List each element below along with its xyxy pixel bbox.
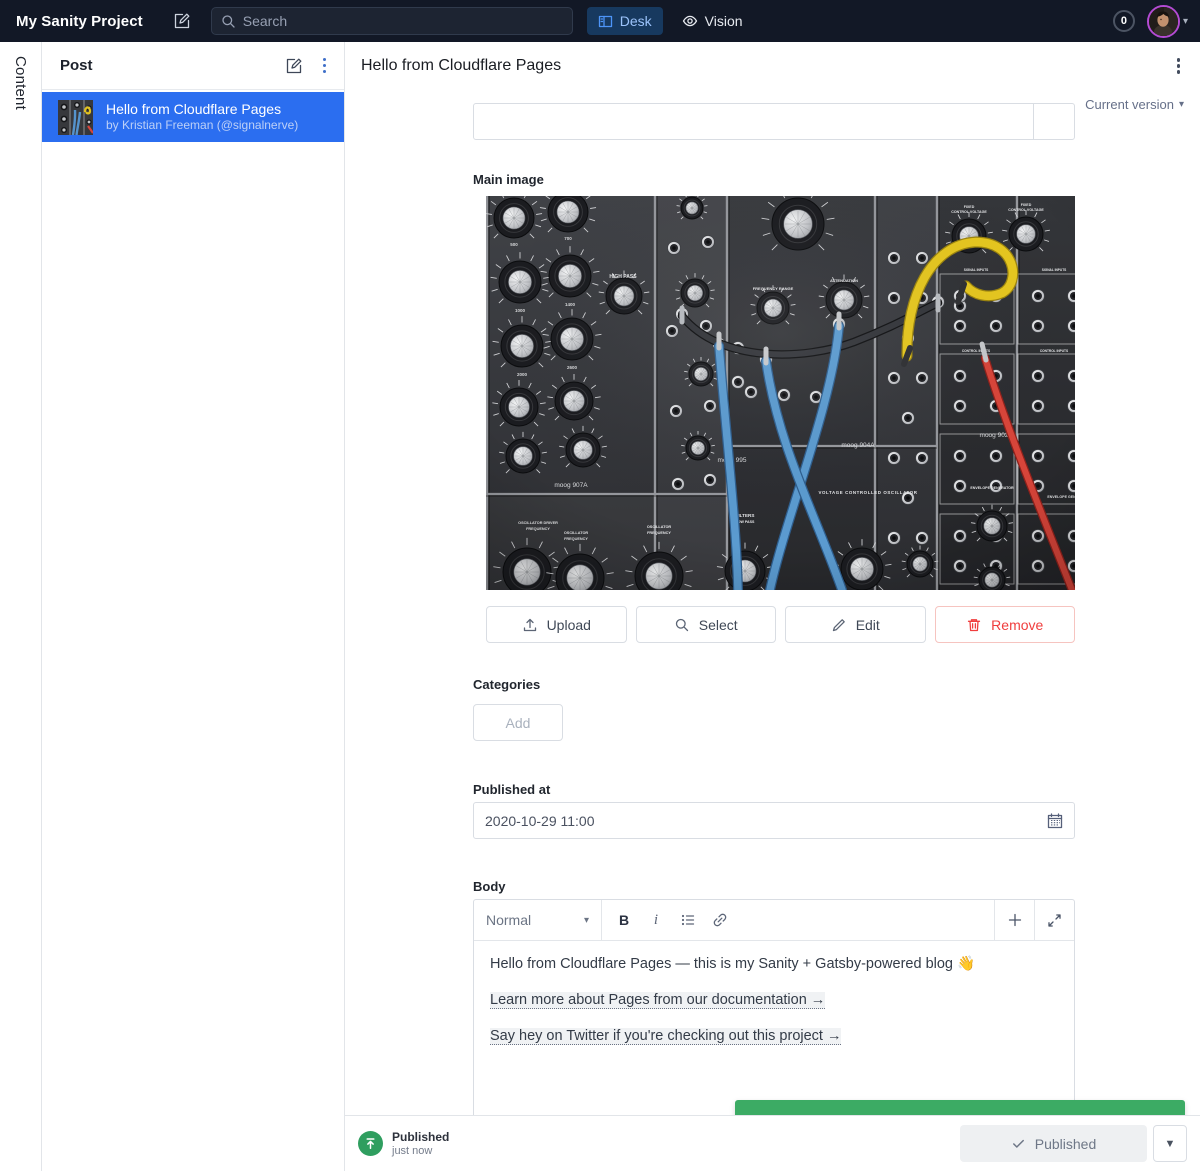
document-title: Hello from Cloudflare Pages <box>361 57 561 75</box>
badge-count: 0 <box>1121 15 1127 27</box>
editor-footer: Published just now Published ▼ <box>345 1115 1200 1171</box>
body-label: Body <box>473 879 1075 894</box>
link-button[interactable] <box>706 906 734 934</box>
tab-desk-label: Desk <box>620 13 652 29</box>
post-item-subtitle: by Kristian Freeman (@signalnerve) <box>106 118 298 133</box>
publish-menu-button[interactable]: ▼ <box>1153 1125 1187 1162</box>
body-editor: Normal ▾ B i <box>473 899 1075 1115</box>
select-label: Select <box>699 617 738 633</box>
publish-status-title: Published <box>392 1130 449 1144</box>
bold-button[interactable]: B <box>610 906 638 934</box>
text-style-value: Normal <box>486 912 531 928</box>
bullet-list-icon <box>680 912 696 928</box>
publish-button-label: Published <box>1035 1136 1097 1152</box>
expand-icon <box>1047 913 1062 928</box>
chevron-down-icon: ▼ <box>1165 1138 1176 1150</box>
published-at-label: Published at <box>473 782 1075 797</box>
notifications-badge[interactable]: 0 <box>1113 10 1135 32</box>
publish-arrow-icon <box>363 1136 378 1151</box>
new-document-icon[interactable] <box>285 57 303 75</box>
document-editor-panel: Hello from Cloudflare Pages Current vers… <box>345 42 1200 1171</box>
insert-block-button[interactable] <box>994 900 1034 940</box>
workspace-tabs: Desk Vision <box>587 7 754 35</box>
post-panel-menu-icon[interactable] <box>319 54 331 78</box>
chevron-down-icon: ▾ <box>584 915 589 926</box>
fullscreen-button[interactable] <box>1034 900 1074 940</box>
post-panel-title: Post <box>60 57 93 74</box>
bullet-list-button[interactable] <box>674 906 702 934</box>
content-rail-label: Content <box>12 56 29 1171</box>
slug-field-partial[interactable] <box>473 103 1075 140</box>
body-link-2[interactable]: Say hey on Twitter if you're checking ou… <box>490 1028 841 1045</box>
publish-status: Published just now <box>358 1130 449 1157</box>
publish-button[interactable]: Published <box>960 1125 1147 1162</box>
categories-label: Categories <box>473 677 1075 692</box>
compose-icon[interactable] <box>173 12 191 30</box>
post-item-title: Hello from Cloudflare Pages <box>106 101 298 118</box>
avatar <box>1147 5 1180 38</box>
publish-toast: This document is now published. ✕ <box>735 1100 1185 1115</box>
version-label: Current version <box>1085 97 1174 112</box>
trash-icon <box>966 617 982 633</box>
main-image-field: 5007001000140020002600 HIGH PASS FREQUEN… <box>486 196 1075 643</box>
desk-icon <box>598 14 613 29</box>
link-icon <box>712 912 728 928</box>
document-menu-icon[interactable] <box>1173 54 1185 78</box>
main-image-photo: 5007001000140020002600 HIGH PASS FREQUEN… <box>486 196 1075 590</box>
check-icon <box>1011 1136 1026 1151</box>
user-menu[interactable]: ▾ <box>1147 5 1188 38</box>
topbar: My Sanity Project Desk Vision 0 <box>0 0 1200 42</box>
chevron-down-icon: ▾ <box>1179 99 1184 110</box>
body-paragraph: Hello from Cloudflare Pages — this is my… <box>490 955 1058 974</box>
italic-button[interactable]: i <box>642 906 670 934</box>
body-editable-area[interactable]: Hello from Cloudflare Pages — this is my… <box>474 941 1074 1077</box>
body-link-1[interactable]: Learn more about Pages from our document… <box>490 992 825 1009</box>
published-at-input[interactable] <box>474 813 1074 829</box>
workspace: Content Post <box>0 42 1200 1171</box>
edit-label: Edit <box>856 617 880 633</box>
tab-desk[interactable]: Desk <box>587 7 663 35</box>
editor-header: Hello from Cloudflare Pages <box>345 42 1200 90</box>
upload-icon <box>522 617 538 633</box>
editor-scroll-area: Current version ▾ Main image <box>345 90 1200 1115</box>
pencil-icon <box>831 617 847 633</box>
body-toolbar: Normal ▾ B i <box>474 900 1074 941</box>
search-bar[interactable] <box>211 7 573 35</box>
plus-icon <box>1007 912 1023 928</box>
add-category-button[interactable]: Add <box>473 704 563 741</box>
image-actions: Upload Select Edit <box>486 606 1075 643</box>
search-input[interactable] <box>243 13 543 29</box>
search-icon <box>221 14 236 29</box>
post-list-panel: Post <box>42 42 345 1171</box>
remove-label: Remove <box>991 617 1043 633</box>
calendar-icon[interactable] <box>1046 812 1064 830</box>
content-rail: Content <box>0 42 42 1171</box>
tab-vision-label: Vision <box>705 13 743 29</box>
post-thumbnail <box>58 100 93 135</box>
tab-vision[interactable]: Vision <box>671 7 754 35</box>
chevron-down-icon: ▾ <box>1183 16 1188 27</box>
upload-button[interactable]: Upload <box>486 606 627 643</box>
project-title: My Sanity Project <box>16 13 143 30</box>
published-at-field <box>473 802 1075 839</box>
remove-button[interactable]: Remove <box>935 606 1076 643</box>
edit-button[interactable]: Edit <box>785 606 926 643</box>
publish-status-time: just now <box>392 1145 449 1157</box>
select-button[interactable]: Select <box>636 606 777 643</box>
search-icon <box>674 617 690 633</box>
post-list-item[interactable]: Hello from Cloudflare Pages by Kristian … <box>42 92 344 142</box>
published-status-icon <box>358 1131 383 1156</box>
post-panel-header: Post <box>42 42 344 90</box>
upload-label: Upload <box>547 617 591 633</box>
eye-icon <box>682 13 698 29</box>
main-image-label: Main image <box>473 172 1075 187</box>
text-style-select[interactable]: Normal ▾ <box>474 900 602 940</box>
avatar-photo <box>1149 7 1178 36</box>
